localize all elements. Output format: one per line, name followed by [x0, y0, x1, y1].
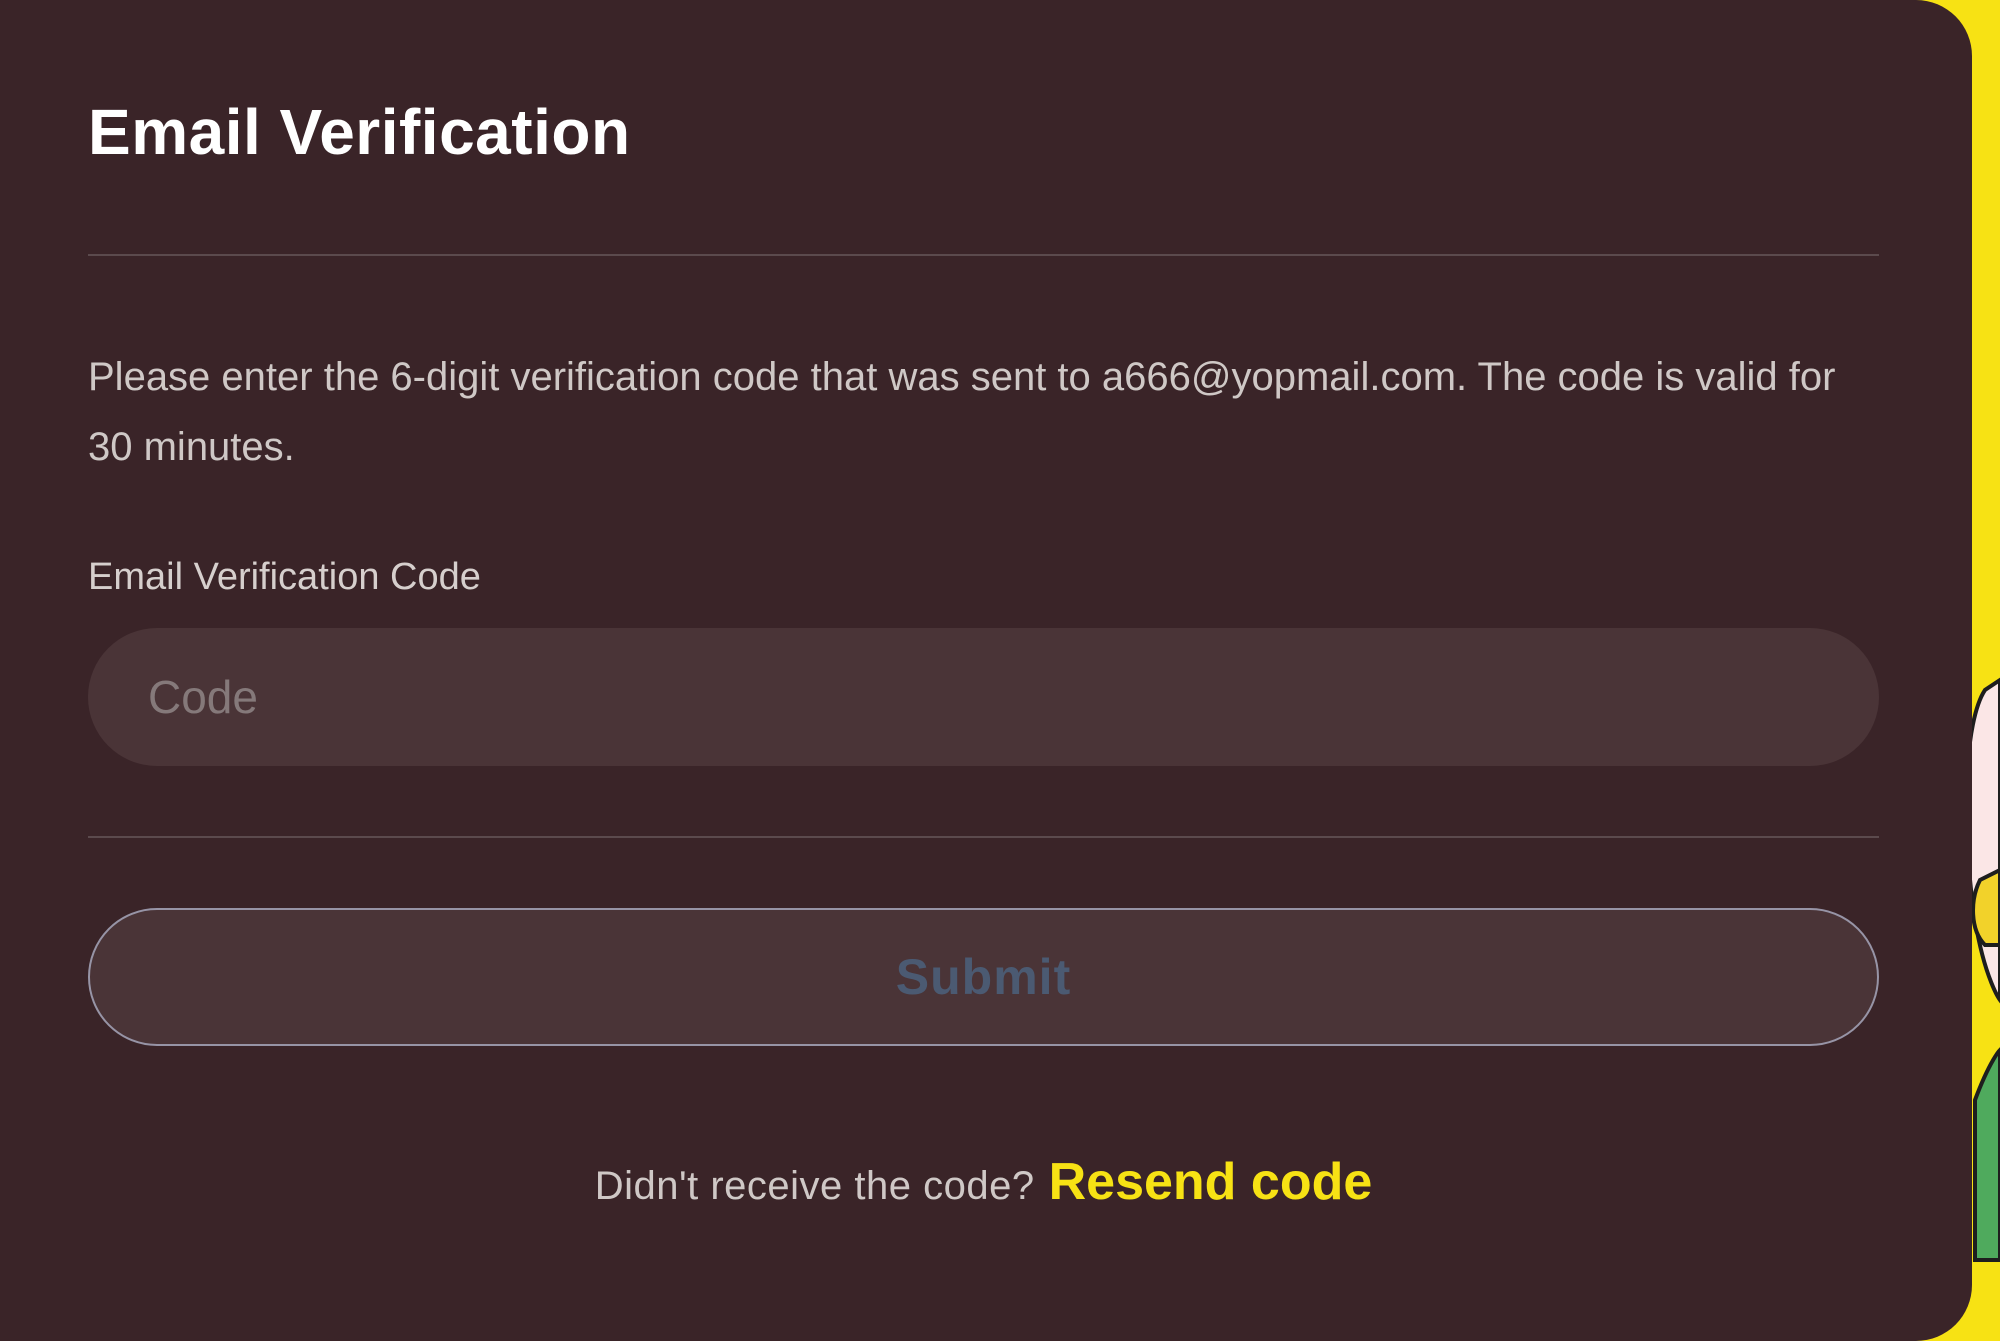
form-divider	[88, 836, 1879, 838]
resend-code-row: Didn't receive the code? Resend code	[88, 1152, 1879, 1222]
title-divider	[88, 254, 1879, 256]
code-field-label: Email Verification Code	[88, 556, 481, 598]
verification-instructions: Please enter the 6-digit verification co…	[88, 355, 1836, 469]
verification-code-input[interactable]	[88, 628, 1879, 766]
submit-button[interactable]: Submit	[88, 908, 1879, 1046]
email-verification-dialog: Email Verification Please enter the 6-di…	[0, 0, 1972, 1341]
dialog-title: Email Verification	[88, 96, 631, 168]
resend-code-link[interactable]: Resend code	[1049, 1152, 1373, 1212]
resend-prompt: Didn't receive the code?	[594, 1164, 1035, 1208]
